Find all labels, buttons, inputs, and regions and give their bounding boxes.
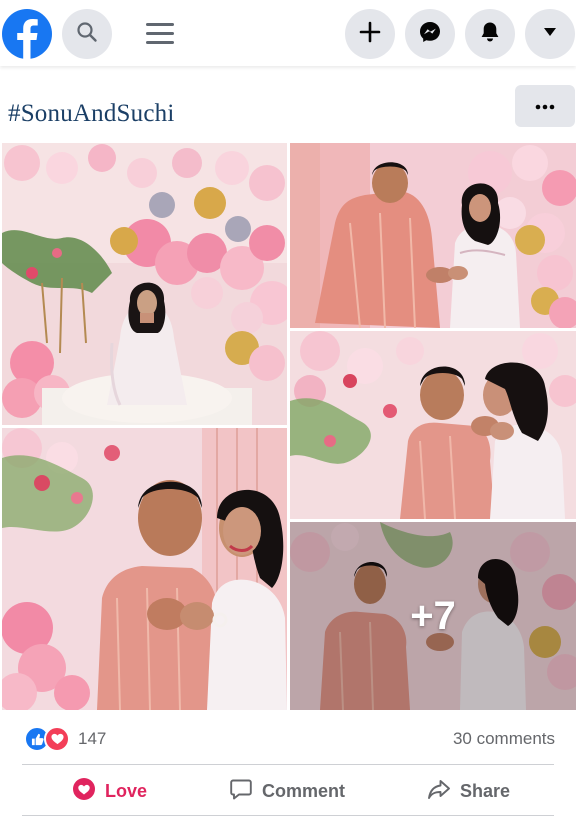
post-hashtag[interactable]: #SonuAndSuchi [8,100,175,128]
actions-divider [22,764,554,765]
top-navigation-bar [0,0,576,66]
more-horizontal-icon [535,97,555,115]
caret-down-icon [542,25,558,43]
facebook-logo-icon[interactable] [2,9,52,59]
comment-button[interactable]: Comment [229,776,345,806]
bell-icon [478,20,502,49]
comment-button-label: Comment [262,780,346,801]
account-button[interactable] [525,9,575,59]
love-reaction-icon [72,777,96,806]
create-button[interactable] [345,9,395,59]
notifications-button[interactable] [465,9,515,59]
love-icon [44,726,70,752]
messenger-icon [418,20,442,49]
post-photo-4[interactable] [2,428,287,710]
post-photo-2[interactable] [290,143,576,328]
post-photo-1[interactable] [2,143,287,425]
bottom-divider [22,815,554,816]
share-button[interactable]: Share [427,776,510,806]
share-button-label: Share [460,780,511,801]
more-photos-count: +7 [410,593,456,638]
hamburger-menu-icon[interactable] [144,20,176,48]
messenger-button[interactable] [405,9,455,59]
search-icon [76,21,98,48]
share-icon [427,777,451,806]
post-photo-5[interactable]: +7 [290,522,576,710]
comments-count-link[interactable]: 30 comments [453,729,555,749]
plus-icon [359,21,381,48]
love-button-label: Love [105,780,148,801]
post-photo-3[interactable] [290,331,576,519]
more-photos-overlay[interactable]: +7 [290,522,576,710]
love-button[interactable]: Love [72,776,147,806]
reactions-summary[interactable]: 147 [24,725,106,753]
post-more-options-button[interactable] [515,85,575,127]
comment-icon [229,777,253,806]
reaction-count: 147 [78,729,107,748]
search-button[interactable] [62,9,112,59]
